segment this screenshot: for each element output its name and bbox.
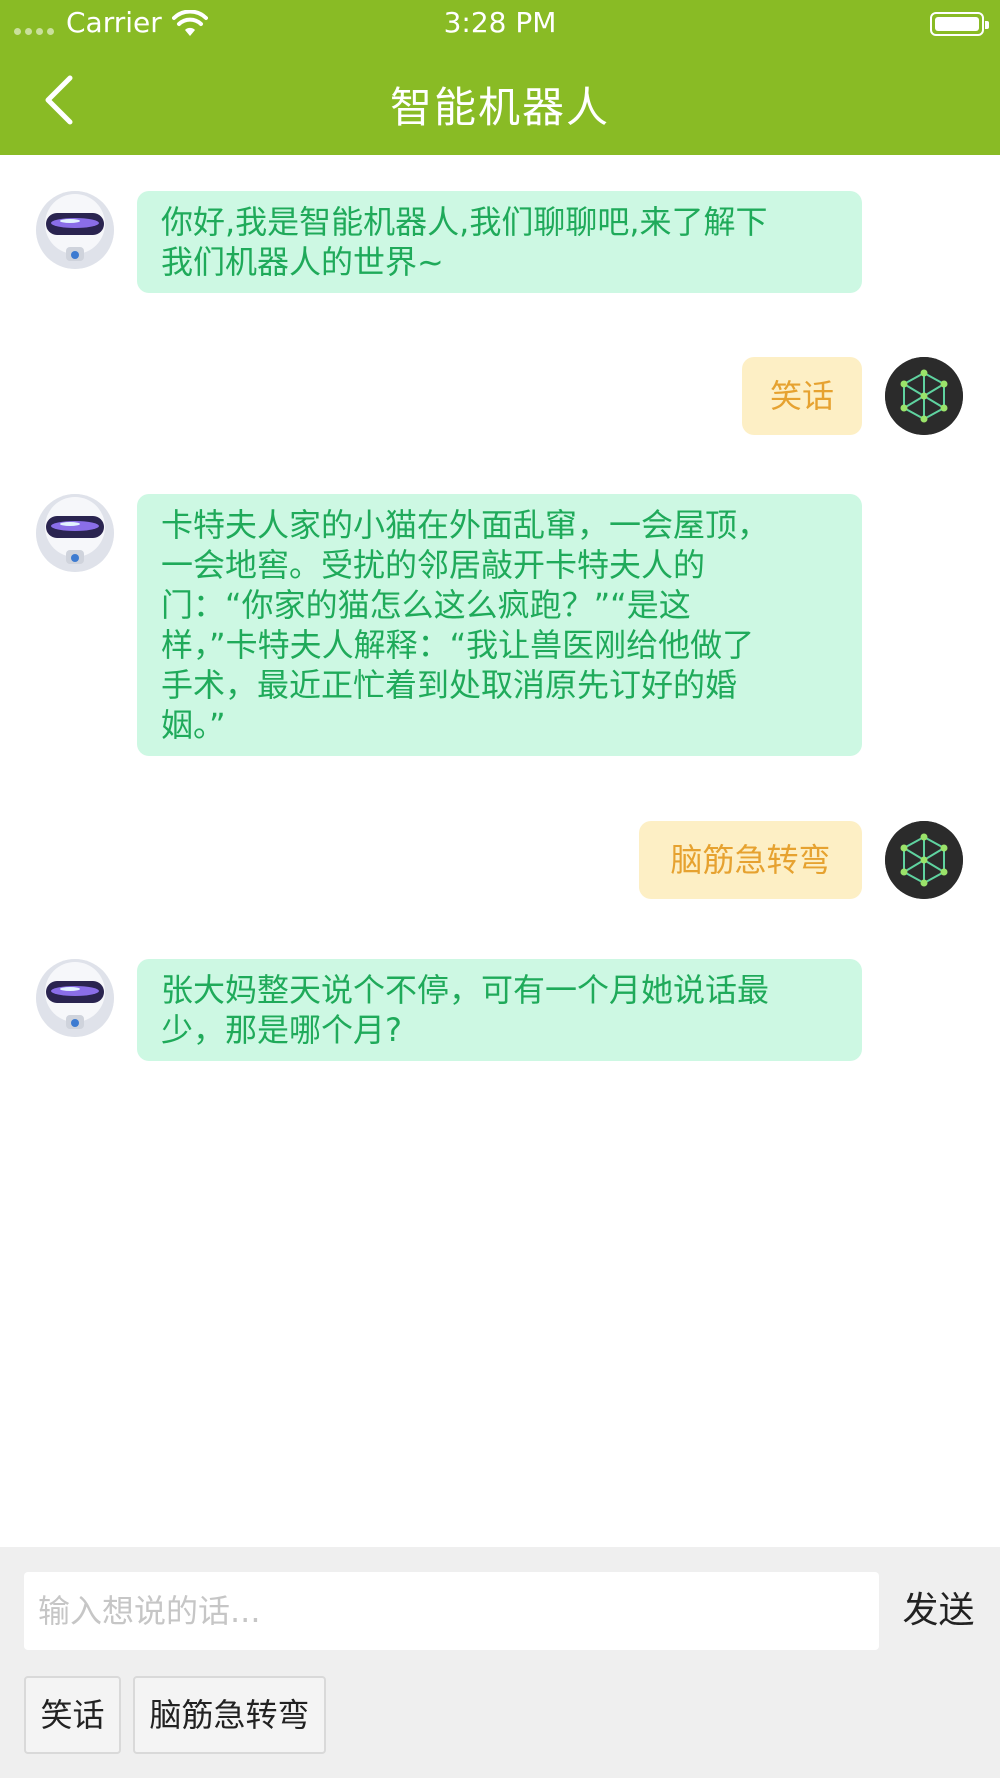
message-line: 卡特夫人家的小猫在外面乱窜，一会屋顶， [161,506,770,544]
message-line: 我们机器人的世界~ [161,243,444,281]
robot-avatar [36,959,114,1037]
battery-icon [930,12,989,36]
message-line: 张大妈整天说个不停，可有一个月她说话最 [161,971,770,1009]
clock: 3:28 PM [443,6,557,39]
message-line: 一会地窖。受扰的邻居敲开卡特夫人的 [161,546,706,584]
robot-avatar [36,191,114,269]
message-line: 样，”卡特夫人解释：“我让兽医刚给他做了 [161,626,755,664]
chat-list[interactable]: 你好,我是智能机器人,我们聊聊吧,来了解下 我们机器人的世界~ 笑话 卡特夫人家… [0,155,1000,1547]
message-input[interactable] [24,1572,879,1650]
header-bar: Carrier 3:28 PM 智能机器人 [0,0,1000,155]
network-cube-icon [885,821,963,899]
robot-icon [36,959,114,1037]
page-title: 智能机器人 [389,83,610,132]
message-line: 手术，最近正忙着到处取消原先订好的婚 [161,666,738,704]
message-line: 少，那是哪个月? [161,1011,402,1049]
user-avatar [885,821,963,899]
user-message-bubble: 脑筋急转弯 [639,821,862,899]
send-button[interactable]: 发送 [886,1572,991,1650]
robot-icon [36,494,114,572]
user-message-bubble: 笑话 [742,357,862,435]
input-area: 发送 笑话 脑筋急转弯 [0,1547,1000,1778]
robot-icon [36,191,114,269]
robot-message-bubble: 卡特夫人家的小猫在外面乱窜，一会屋顶， 一会地窖。受扰的邻居敲开卡特夫人的 门：… [137,494,862,756]
quick-reply-riddle[interactable]: 脑筋急转弯 [133,1676,326,1754]
message-line: 姻。” [161,706,226,744]
message-line: 门：“你家的猫怎么这么疯跑？”“是这 [161,586,691,624]
status-bar: Carrier 3:28 PM [0,0,1000,48]
robot-message-bubble: 你好,我是智能机器人,我们聊聊吧,来了解下 我们机器人的世界~ [137,191,862,293]
network-cube-icon [885,357,963,435]
robot-message-bubble: 张大妈整天说个不停，可有一个月她说话最 少，那是哪个月? [137,959,862,1061]
user-avatar [885,357,963,435]
quick-reply-joke[interactable]: 笑话 [24,1676,121,1754]
chat-screen: Carrier 3:28 PM 智能机器人 你好,我是智能机器人,我们聊聊吧,来… [0,0,1000,1778]
message-line: 你好,我是智能机器人,我们聊聊吧,来了解下 [161,203,768,241]
robot-avatar [36,494,114,572]
